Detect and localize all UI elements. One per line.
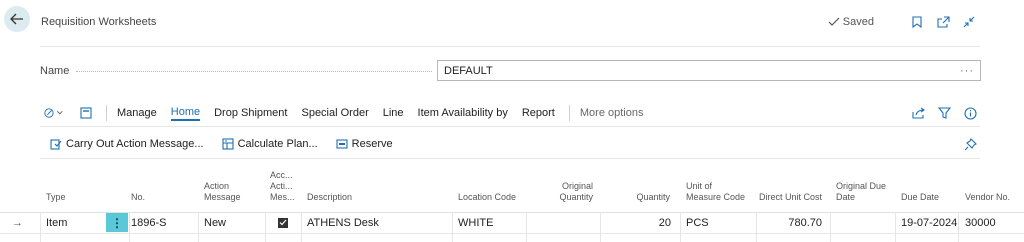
grid-col-line: [265, 212, 266, 242]
menu-special-order[interactable]: Special Order: [301, 107, 368, 119]
action-bar-separator-2: [568, 105, 570, 121]
share-icon: [911, 107, 925, 119]
share-button[interactable]: [908, 104, 928, 122]
col-header-direct-unit-cost[interactable]: Direct Unit Cost: [750, 192, 822, 203]
col-header-original-quantity[interactable]: Original Quantity: [540, 181, 593, 203]
grid-col-line: [40, 212, 41, 242]
col-header-vendor-no[interactable]: Vendor No.: [965, 192, 1010, 203]
grid-row-line: [0, 233, 1024, 234]
more-options-button[interactable]: More options: [580, 107, 644, 119]
grid-col-line: [830, 212, 831, 242]
grid-col-line: [895, 212, 896, 242]
menu-item-availability-by[interactable]: Item Availability by: [418, 107, 508, 119]
reserve-button[interactable]: Reserve: [336, 138, 393, 150]
cell-type[interactable]: Item: [46, 212, 67, 233]
cell-description[interactable]: ATHENS Desk: [307, 212, 379, 233]
page-title: Requisition Worksheets: [41, 16, 157, 28]
col-header-description[interactable]: Description: [307, 192, 352, 203]
collapse-button[interactable]: [958, 14, 980, 30]
menu-report[interactable]: Report: [522, 107, 555, 119]
grid-col-line: [600, 212, 601, 242]
col-header-original-due-date[interactable]: Original Due Date: [836, 181, 886, 203]
carry-out-icon: [50, 139, 62, 150]
cell-original-quantity[interactable]: [540, 212, 593, 233]
cell-vendor-no[interactable]: 30000: [965, 212, 996, 233]
calculate-plan-button[interactable]: Calculate Plan...: [222, 138, 318, 150]
cell-due-date[interactable]: 19-07-2024: [901, 212, 957, 233]
info-icon: [963, 106, 977, 120]
menu-home[interactable]: Home: [170, 106, 201, 121]
saved-status: Saved: [828, 16, 874, 28]
menu-line[interactable]: Line: [383, 107, 404, 119]
open-new-window-icon: [936, 16, 950, 28]
row-actions-button[interactable]: ⋮: [106, 213, 128, 232]
grid-col-line: [958, 212, 959, 242]
sub-action-bar: Carry Out Action Message... Calculate Pl…: [50, 135, 980, 153]
grid-col-line: [526, 212, 527, 242]
calculate-plan-icon: [222, 138, 234, 150]
col-header-type[interactable]: Type: [46, 192, 66, 203]
back-arrow-icon: [10, 13, 23, 25]
col-header-due-date[interactable]: Due Date: [901, 192, 939, 203]
cell-unit-of-measure-code[interactable]: PCS: [686, 212, 709, 233]
grid-col-line: [680, 212, 681, 242]
menu-manage[interactable]: Manage: [117, 107, 157, 119]
name-value: DEFAULT: [444, 64, 493, 77]
checkbox-checked-icon: [278, 217, 288, 228]
table-row[interactable]: → Item 1896-S New ATHENS Desk WHITE 20 P…: [0, 212, 1024, 233]
reserve-label: Reserve: [351, 138, 393, 150]
grid-col-line: [452, 212, 453, 242]
name-label: Name: [40, 65, 70, 77]
name-leader-line: [76, 71, 432, 72]
grid-divider: [40, 158, 980, 159]
personalize-button[interactable]: [960, 135, 980, 153]
personalize-pin-icon: [964, 137, 977, 150]
header-divider: [40, 46, 980, 47]
grid-col-line: [301, 212, 302, 242]
filter-button[interactable]: [934, 104, 954, 122]
edit-list-button[interactable]: [44, 104, 64, 122]
col-header-unit-of-measure-code[interactable]: Unit of Measure Code: [686, 181, 745, 203]
header-actions: Saved: [828, 14, 980, 30]
cell-accept-checkbox[interactable]: [278, 212, 288, 233]
action-bar-divider: [40, 126, 980, 127]
new-document-button[interactable]: [76, 104, 96, 122]
bookmark-icon: [912, 16, 922, 28]
action-bar-right: [908, 104, 980, 122]
name-field[interactable]: DEFAULT ···: [437, 60, 981, 81]
back-button[interactable]: [4, 6, 30, 32]
action-bar-separator: [106, 105, 107, 121]
carry-out-action-message-button[interactable]: Carry Out Action Message...: [50, 138, 204, 150]
collapse-icon: [963, 16, 975, 28]
saved-label: Saved: [842, 16, 874, 28]
cell-quantity[interactable]: 20: [620, 212, 671, 233]
open-new-window-button[interactable]: [932, 14, 954, 30]
grid-col-line: [129, 212, 130, 242]
action-bar: Manage Home Drop Shipment Special Order …: [44, 102, 980, 124]
col-header-no[interactable]: No.: [131, 192, 145, 203]
cell-location-code[interactable]: WHITE: [458, 212, 493, 233]
col-header-quantity[interactable]: Quantity: [620, 192, 670, 203]
reserve-icon: [336, 139, 348, 149]
grid-col-line: [756, 212, 757, 242]
grid-col-line: [198, 212, 199, 242]
edit-list-icon: [44, 108, 63, 118]
bookmark-button[interactable]: [906, 14, 928, 30]
info-button[interactable]: [960, 104, 980, 122]
checkmark-icon: [828, 17, 840, 26]
cell-direct-unit-cost[interactable]: 780.70: [750, 212, 822, 233]
cell-action-message[interactable]: New: [204, 212, 226, 233]
cell-no[interactable]: 1896-S: [131, 212, 166, 233]
name-lookup-button[interactable]: ···: [960, 65, 974, 77]
col-header-action-message[interactable]: Action Message: [204, 181, 241, 203]
carry-out-label: Carry Out Action Message...: [66, 138, 204, 150]
filter-icon: [937, 107, 951, 119]
new-document-icon: [80, 107, 92, 119]
col-header-accept-action-message[interactable]: Acc... Acti... Mes...: [270, 170, 295, 203]
row-indicator-icon: →: [12, 216, 23, 229]
menu-drop-shipment[interactable]: Drop Shipment: [214, 107, 287, 119]
col-header-location-code[interactable]: Location Code: [458, 192, 516, 203]
calculate-plan-label: Calculate Plan...: [237, 138, 318, 150]
